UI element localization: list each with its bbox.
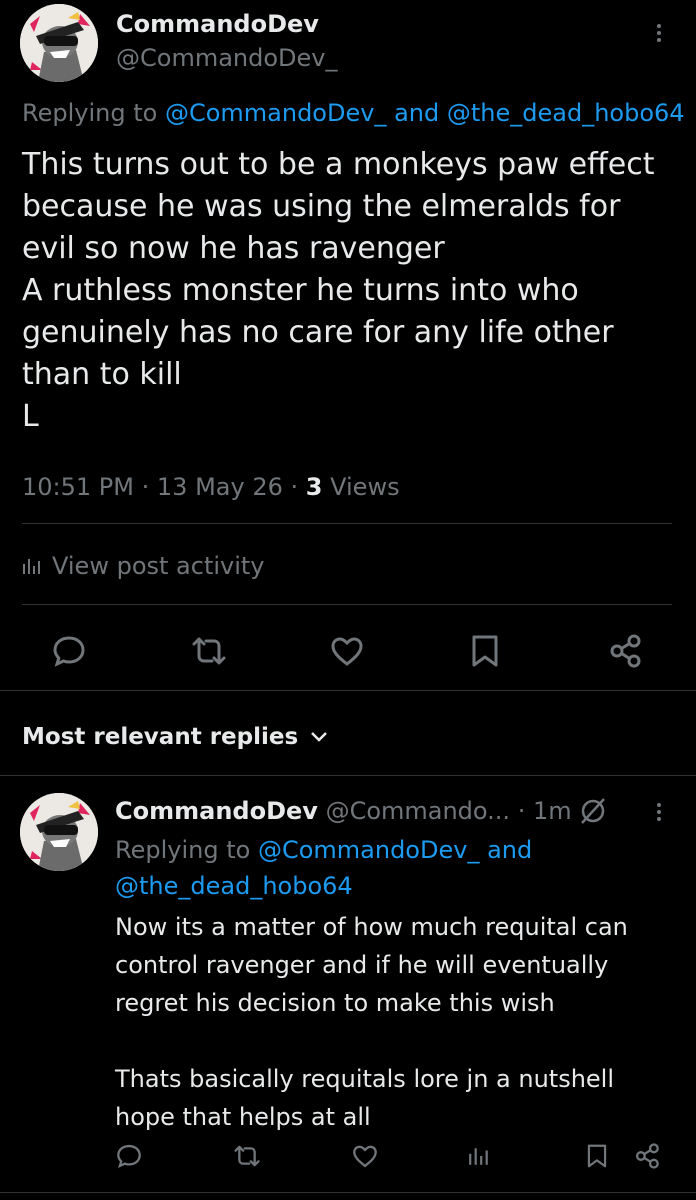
divider [0,1192,696,1193]
author-handle[interactable]: @CommandoDev_ [116,42,337,74]
view-activity-link[interactable]: View post activity [22,549,265,583]
reply-author-name[interactable]: CommandoDev [115,797,318,825]
meta-dot: · [141,473,150,501]
reply-icon[interactable] [116,1143,142,1169]
like-icon[interactable] [352,1143,378,1169]
avatar[interactable] [20,793,98,871]
reply-text-line: control ravenger and if he will eventual… [115,951,609,979]
mention-and: and [487,836,533,864]
reply-text: Now its a matter of how much requital ca… [115,908,628,1136]
post-time[interactable]: 10:51 PM [22,473,134,501]
bookmark-icon[interactable] [470,634,500,668]
replying-prefix: Replying to [22,99,158,127]
reply-time[interactable]: 1m [533,797,572,825]
mention-link[interactable]: @CommandoDev_ [258,836,479,864]
reply-sort-label: Most relevant replies [22,724,299,750]
meta-dot: · [290,473,299,501]
divider [0,775,696,776]
replying-to: Replying to @CommandoDev_ and @the_dead_… [22,96,685,130]
divider [22,523,672,524]
post-text-line: evil so now he has ravenger [22,231,445,266]
post-text-line: than to kill [22,357,182,392]
views-icon[interactable] [468,1145,490,1167]
grok-icon[interactable] [578,796,608,826]
post-text-line: genuinely has no care for any life other [22,315,614,350]
post-text: This turns out to be a monkeys paw effec… [22,144,655,438]
mention-link[interactable]: @the_dead_hobo64 [115,872,353,900]
replying-to: Replying to @CommandoDev_ and @the_dead_… [115,832,532,904]
like-icon[interactable] [330,634,364,668]
chevron-down-icon [310,731,328,743]
reply-icon[interactable] [52,634,86,668]
post-meta: 10:51 PM · 13 May 26 · 3 Views [22,470,400,504]
meta-dot: · [517,797,526,825]
reply-sort-dropdown[interactable]: Most relevant replies [22,720,328,754]
more-options-icon[interactable] [655,24,663,45]
views-label: Views [330,473,400,501]
reply-text-line: Now its a matter of how much requital ca… [115,913,628,941]
reply-text-line: Thats basically requitals lore jn a nuts… [115,1065,615,1093]
replying-prefix: Replying to [115,836,251,864]
divider [22,604,672,605]
bookmark-icon[interactable] [586,1143,608,1169]
post-text-line: This turns out to be a monkeys paw effec… [22,147,655,182]
share-icon[interactable] [608,634,642,668]
views-count: 3 [305,473,323,501]
more-options-icon[interactable] [655,803,663,824]
reply-header: CommandoDev @Commando... · 1m [115,794,572,828]
mention-and: and [394,99,440,127]
post-text-line: because he was using the elmeralds for [22,189,621,224]
post-date[interactable]: 13 May 26 [157,473,283,501]
avatar[interactable] [20,4,98,82]
view-activity-label: View post activity [52,552,265,580]
divider [0,690,696,691]
author-name[interactable]: CommandoDev [116,8,319,40]
post-text-line: A ruthless monster he turns into who [22,273,579,308]
share-icon[interactable] [634,1143,660,1169]
analytics-icon [22,556,42,576]
repost-icon[interactable] [232,1143,262,1169]
reply-author-handle[interactable]: @Commando... [326,797,511,825]
mention-link[interactable]: @the_dead_hobo64 [447,99,685,127]
post-text-line: L [22,399,39,434]
mention-link[interactable]: @CommandoDev_ [165,99,386,127]
reply-text-line: hope that helps at all [115,1103,371,1131]
repost-icon[interactable] [190,634,228,668]
reply-text-line: regret his decision to make this wish [115,989,555,1017]
